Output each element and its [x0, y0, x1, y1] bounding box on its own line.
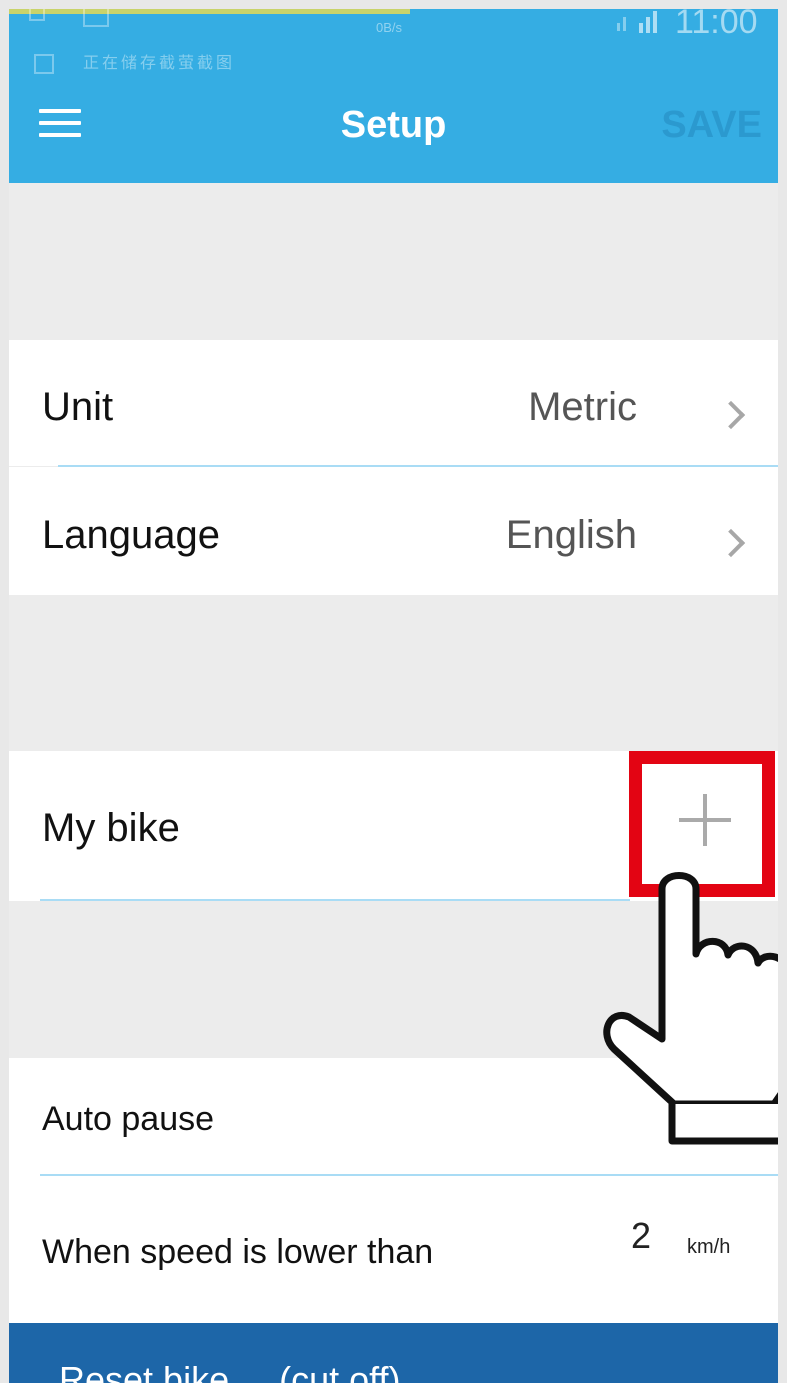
auto-pause-label: Auto pause — [42, 1100, 215, 1138]
save-button[interactable]: SAVE — [661, 104, 762, 147]
reset-bar-label: Reset bike ... (cut off) — [59, 1359, 401, 1383]
speed-unit: km/h — [687, 1236, 731, 1258]
speed-threshold-value[interactable]: 2 — [631, 1215, 651, 1257]
speed-threshold-label: When speed is lower than — [42, 1233, 434, 1271]
language-row[interactable]: Language English — [9, 467, 778, 595]
clock: 11:00 — [675, 9, 758, 41]
pointing-hand-icon — [603, 872, 778, 1145]
unit-row[interactable]: Unit Metric — [9, 340, 778, 466]
language-value: English — [505, 513, 637, 557]
notification-icon — [29, 9, 45, 21]
image-icon — [83, 9, 109, 27]
signal-icon — [617, 11, 657, 33]
my-bike-label: My bike — [42, 806, 180, 850]
reset-bar[interactable]: Reset bike ... (cut off) — [9, 1323, 778, 1383]
language-label: Language — [42, 513, 220, 557]
app-header: 0B/s 11:00 正在储存截萤截图 Setup SAVE — [9, 9, 778, 183]
chevron-right-icon — [716, 528, 746, 558]
download-progress-strip — [9, 9, 410, 14]
screenshot-notice: 正在储存截萤截图 — [83, 55, 236, 72]
chevron-right-icon — [716, 400, 746, 430]
network-speed: 0B/s — [376, 20, 403, 35]
row-divider — [40, 899, 630, 901]
row-divider — [40, 1174, 778, 1176]
unit-value: Metric — [528, 385, 637, 429]
app-screen: 0B/s 11:00 正在储存截萤截图 Setup SAVE Unit Metr… — [9, 9, 778, 1383]
screenshot-icon — [34, 54, 54, 74]
unit-label: Unit — [42, 385, 114, 429]
